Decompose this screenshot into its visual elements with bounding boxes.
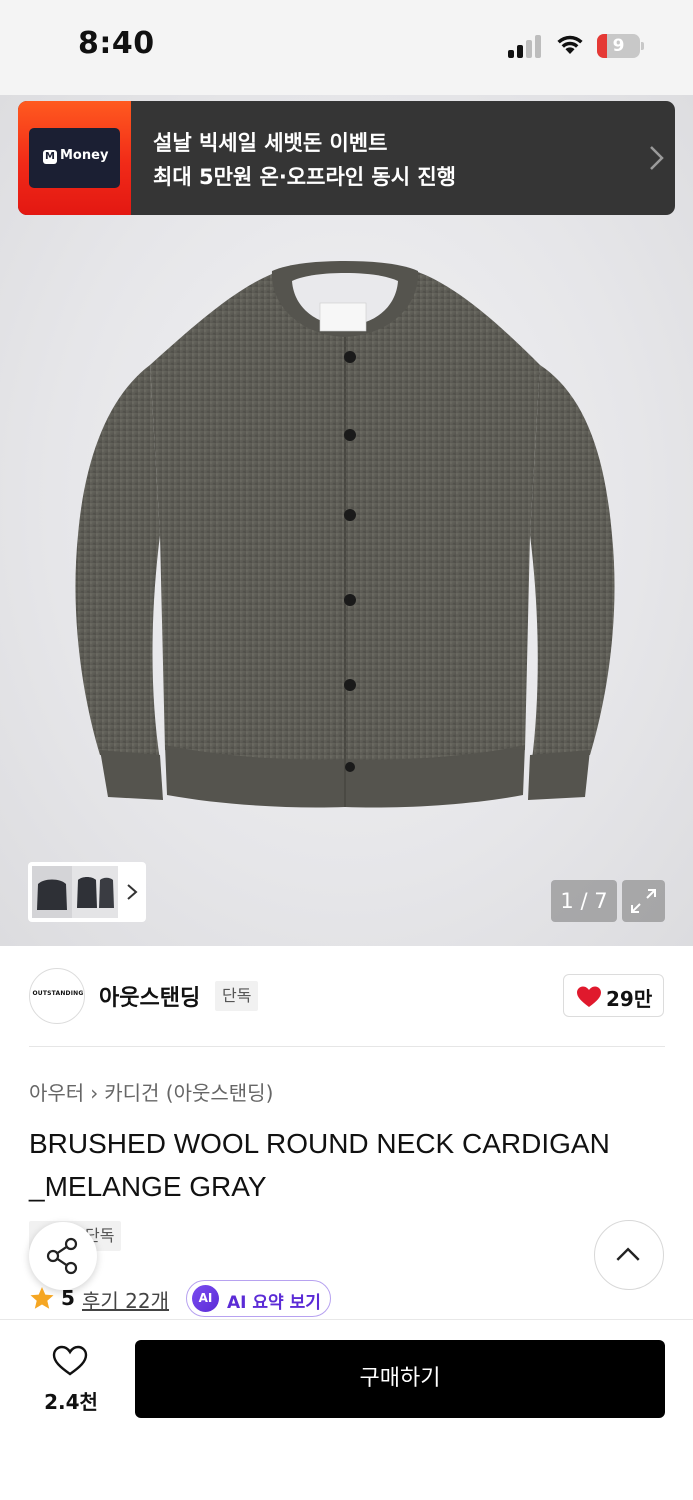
chevron-right-icon <box>650 146 664 170</box>
brand-logo-text: OUTSTANDING <box>32 990 84 997</box>
money-logo-icon: M <box>43 150 57 164</box>
battery-icon: 9 <box>597 34 644 58</box>
promo-banner[interactable]: M Money 설날 빅세일 세뱃돈 이벤트 최대 5만원 온·오프라인 동시 … <box>18 101 675 215</box>
product-title: BRUSHED WOOL ROUND NECK CARDIGAN _MELANG… <box>29 1128 610 1202</box>
review-count-link[interactable]: 후기 22개 <box>82 1285 169 1314</box>
money-card-image: M Money <box>29 128 120 188</box>
star-icon <box>30 1287 54 1309</box>
breadcrumb-subcategory[interactable]: 카디건 (아웃스탠딩) <box>104 1081 273 1105</box>
breadcrumb-category[interactable]: 아우터 <box>29 1081 84 1105</box>
heart-icon <box>577 986 601 1007</box>
image-page-counter: 1 / 7 <box>551 880 617 922</box>
rating-score: 5 <box>61 1286 75 1310</box>
ai-summary-label: AI 요약 보기 <box>227 1293 321 1313</box>
banner-card-area: M Money <box>18 101 131 215</box>
expand-icon <box>631 889 656 913</box>
chevron-right-icon <box>127 884 138 900</box>
heart-outline-icon <box>52 1345 88 1376</box>
chevron-up-icon <box>616 1247 640 1261</box>
status-bar: 8:40 9 <box>0 0 693 95</box>
buy-button[interactable]: 구매하기 <box>135 1340 665 1418</box>
status-time: 8:40 <box>78 26 155 61</box>
share-button[interactable] <box>29 1222 97 1290</box>
expand-button[interactable] <box>622 880 665 922</box>
thumbnail-strip[interactable] <box>28 862 146 922</box>
wifi-icon <box>557 35 583 54</box>
brand-like-button[interactable]: 29만 <box>563 974 664 1017</box>
battery-level: 9 <box>612 36 625 56</box>
banner-subline: 최대 5만원 온·오프라인 동시 진행 <box>153 165 456 189</box>
brand-name[interactable]: 아웃스탠딩 <box>99 980 200 1012</box>
ai-icon: AI <box>192 1285 219 1312</box>
cellular-signal-icon <box>508 34 544 58</box>
wishlist-count: 2.4천 <box>44 1390 98 1414</box>
breadcrumb: 아우터 › 카디건 (아웃스탠딩) <box>29 1077 273 1106</box>
product-image[interactable] <box>0 95 693 946</box>
money-card-label: Money <box>60 148 109 163</box>
thumbnail-images <box>32 866 118 918</box>
cardigan-photo <box>75 261 615 808</box>
chevron-right-icon: › <box>90 1081 99 1105</box>
divider <box>29 1046 665 1047</box>
brand-like-count: 29만 <box>606 987 653 1011</box>
exclusive-badge: 단독 <box>215 981 259 1011</box>
banner-headline: 설날 빅세일 세뱃돈 이벤트 <box>153 131 388 155</box>
share-icon <box>46 1237 78 1275</box>
ai-summary-button[interactable]: AI AI 요약 보기 <box>186 1280 331 1317</box>
scroll-to-top-button[interactable] <box>594 1220 664 1290</box>
brand-logo[interactable]: OUTSTANDING <box>29 968 85 1024</box>
wishlist-button[interactable]: 2.4천 <box>35 1340 107 1420</box>
